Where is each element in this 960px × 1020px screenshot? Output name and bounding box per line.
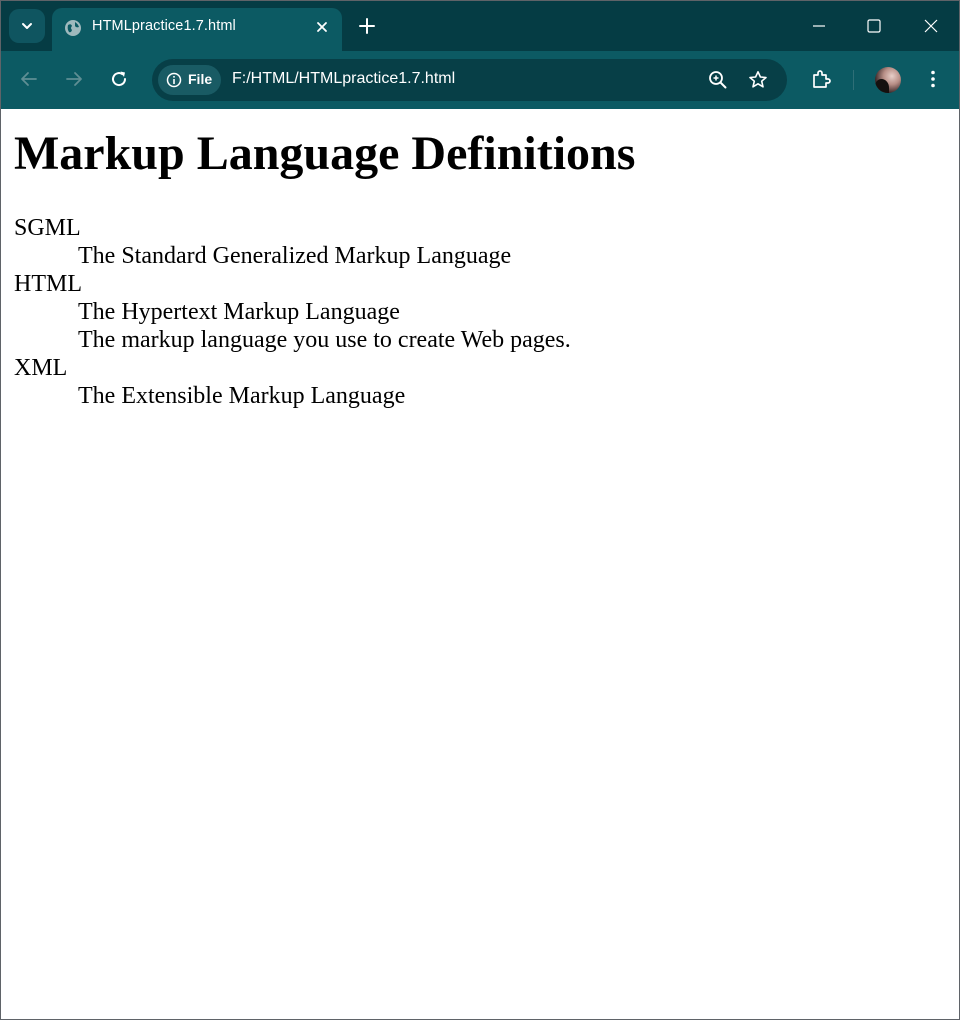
definition-list: SGML The Standard Generalized Markup Lan… <box>14 214 571 410</box>
close-icon[interactable] <box>314 19 330 35</box>
bookmark-star-icon[interactable] <box>747 69 769 91</box>
definition-description: The markup language you use to create We… <box>78 327 571 353</box>
tab-title: HTMLpractice1.7.html <box>92 18 236 34</box>
page-heading: Markup Language Definitions <box>14 127 636 180</box>
more-menu-icon[interactable] <box>922 68 944 90</box>
reload-icon[interactable] <box>108 68 130 90</box>
maximize-icon[interactable] <box>863 15 885 37</box>
info-icon <box>166 72 182 88</box>
zoom-icon[interactable] <box>707 69 729 91</box>
definition-term: XML <box>14 355 68 381</box>
site-info-chip[interactable]: File <box>158 65 221 95</box>
address-bar[interactable]: File F:/HTML/HTMLpractice1.7.html <box>152 59 787 101</box>
definition-description: The Extensible Markup Language <box>78 383 406 409</box>
url-text[interactable]: F:/HTML/HTMLpractice1.7.html <box>232 70 455 88</box>
tab-active[interactable]: HTMLpractice1.7.html <box>52 8 342 51</box>
globe-icon <box>65 20 81 36</box>
chevron-down-icon <box>22 23 32 29</box>
extensions-icon[interactable] <box>810 68 832 90</box>
browser-toolbar: File F:/HTML/HTMLpractice1.7.html <box>1 51 959 109</box>
toolbar-separator <box>853 70 854 90</box>
minimize-icon[interactable] <box>808 15 830 37</box>
browser-window: HTMLpractice1.7.html File F:/HTML/HTMLpr… <box>0 0 960 1020</box>
definition-description: The Standard Generalized Markup Language <box>78 243 512 269</box>
new-tab-icon[interactable] <box>357 16 377 36</box>
definition-term: SGML <box>14 215 81 241</box>
definition-term: HTML <box>14 271 82 297</box>
definition-description: The Hypertext Markup Language <box>78 299 400 325</box>
profile-avatar[interactable] <box>875 67 901 93</box>
forward-arrow-icon[interactable] <box>63 68 85 90</box>
site-info-label: File <box>188 71 213 87</box>
window-close-icon[interactable] <box>920 15 942 37</box>
back-arrow-icon[interactable] <box>18 68 40 90</box>
tab-strip: HTMLpractice1.7.html <box>1 1 959 51</box>
page-content: Markup Language Definitions SGML The Sta… <box>1 109 959 1019</box>
tab-search-button[interactable] <box>9 9 45 43</box>
